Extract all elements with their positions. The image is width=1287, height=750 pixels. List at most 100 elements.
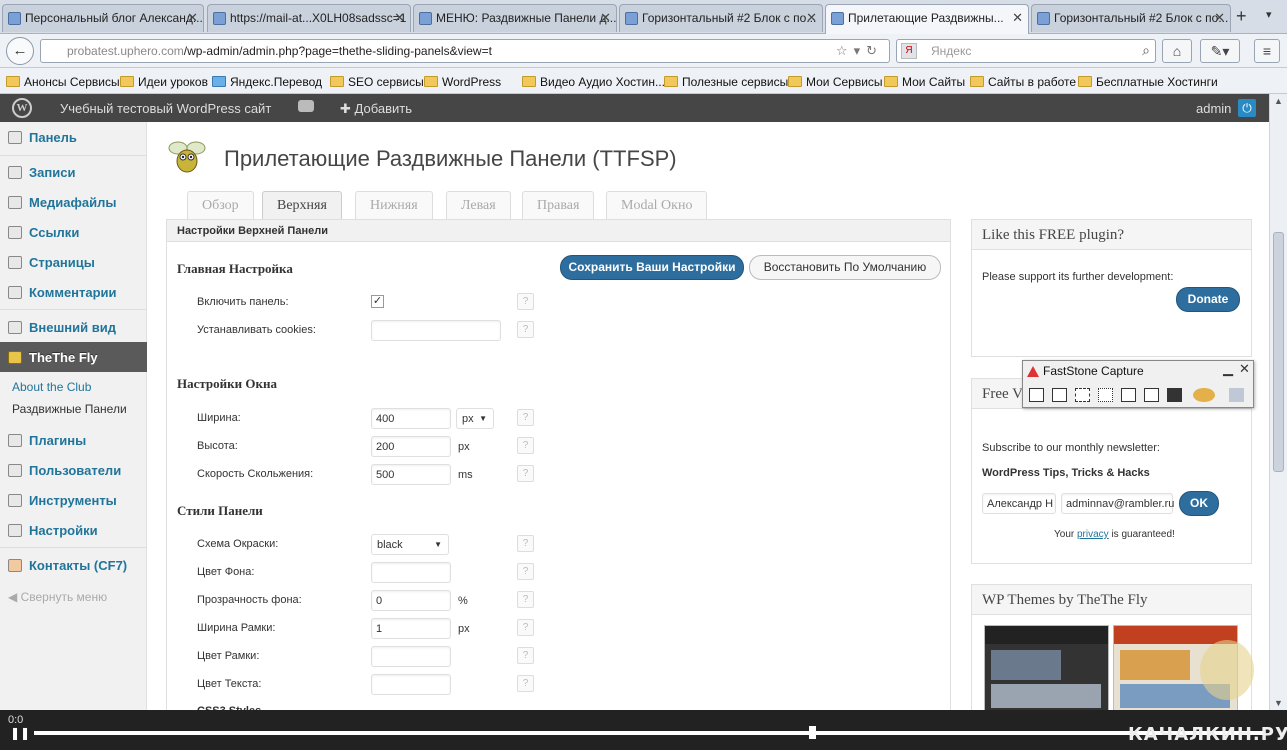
close-icon[interactable]: ✕ (1239, 361, 1250, 377)
wordpress-logo-icon[interactable]: W (12, 98, 32, 118)
height-input[interactable]: 200 (371, 436, 451, 457)
tab-top[interactable]: Верхняя (262, 191, 342, 220)
subscribe-ok-button[interactable]: OK (1179, 491, 1219, 516)
help-icon[interactable]: ? (517, 675, 534, 692)
scroll-down-icon[interactable]: ▼ (1274, 698, 1283, 708)
help-icon[interactable]: ? (517, 591, 534, 608)
opacity-input[interactable]: 0 (371, 590, 451, 611)
settings-icon[interactable] (1229, 388, 1244, 402)
admin-bar-site-name[interactable]: Учебный тестовый WordPress сайт (60, 101, 271, 116)
capture-window-icon[interactable] (1029, 388, 1044, 402)
bookmark[interactable]: SEO сервисы (330, 75, 424, 89)
close-icon[interactable]: ✕ (806, 10, 817, 26)
menu-item-tools[interactable]: Инструменты (0, 485, 147, 515)
bookmark[interactable]: Яндекс.Перевод (212, 75, 322, 89)
browser-tab[interactable]: МЕНЮ: Раздвижные Панели д... ✕ (413, 4, 617, 32)
minimize-icon[interactable]: ▁ (1223, 361, 1233, 377)
theme-thumbnail[interactable] (984, 625, 1109, 713)
capture-fullscreen-icon[interactable] (1121, 388, 1136, 402)
progress-knob[interactable] (809, 726, 816, 739)
reset-defaults-button[interactable]: Восстановить По Умолчанию (749, 255, 941, 280)
bookmark[interactable]: WordPress (424, 75, 501, 89)
tab-left[interactable]: Левая (446, 191, 511, 219)
close-icon[interactable]: ✕ (1012, 10, 1023, 26)
submenu-sliding-panels[interactable]: Раздвижные Панели (12, 402, 127, 416)
admin-bar-user[interactable]: admin (1196, 101, 1231, 116)
capture-freehand-icon[interactable] (1098, 388, 1113, 402)
addon-button[interactable]: ✎▾ (1200, 39, 1240, 63)
capture-object-icon[interactable] (1052, 388, 1067, 402)
newsletter-email-input[interactable]: adminnav@rambler.ru (1061, 493, 1174, 514)
menu-item-dashboard[interactable]: Панель (0, 122, 147, 152)
browser-tab[interactable]: Горизонтальный #2 Блок с по... ✕ (619, 4, 823, 32)
save-settings-button[interactable]: Сохранить Ваши Настройки (560, 255, 744, 280)
url-bar-icons[interactable]: ☆▾↻ (836, 43, 883, 59)
enable-checkbox[interactable]: ✓ (371, 295, 384, 308)
bookmark[interactable]: Мои Сайты (884, 75, 965, 89)
admin-bar-add-new[interactable]: ✚ Добавить (340, 101, 412, 117)
menu-item-pages[interactable]: Страницы (0, 247, 147, 277)
submenu-about-club[interactable]: About the Club (12, 380, 91, 394)
tab-right[interactable]: Правая (522, 191, 595, 219)
bookmark[interactable]: Полезные сервисы (664, 75, 788, 89)
menu-item-users[interactable]: Пользователи (0, 455, 147, 485)
browser-tab[interactable]: Персональный блог Александ... ✕ (2, 4, 204, 32)
menu-item-contacts[interactable]: Контакты (CF7) (0, 550, 147, 580)
capture-scrolling-icon[interactable] (1144, 388, 1159, 402)
help-icon[interactable]: ? (517, 535, 534, 552)
bookmark[interactable]: Анонсы Сервисы (6, 75, 120, 89)
screen-recorder-icon[interactable] (1167, 388, 1182, 402)
browser-tab[interactable]: https://mail-at...X0LH08sadssc=1 ✕ (207, 4, 411, 32)
scheme-select[interactable]: black ▼ (371, 534, 449, 555)
progress-bar[interactable] (34, 731, 1264, 735)
menu-item-settings[interactable]: Настройки (0, 515, 147, 545)
close-icon[interactable]: ✕ (187, 10, 198, 26)
bookmark[interactable]: Видео Аудио Хостин... (522, 75, 665, 89)
text-color-input[interactable] (371, 674, 451, 695)
border-width-input[interactable]: 1 (371, 618, 451, 639)
search-bar[interactable]: Я Яндекс ⌕ (896, 39, 1156, 63)
capture-region-icon[interactable] (1075, 388, 1090, 402)
menu-item-media[interactable]: Медиафайлы (0, 187, 147, 217)
privacy-link[interactable]: privacy (1077, 529, 1109, 540)
width-unit-select[interactable]: px ▼ (456, 408, 494, 429)
help-icon[interactable]: ? (517, 619, 534, 636)
help-icon[interactable]: ? (517, 465, 534, 482)
close-icon[interactable]: ✕ (1214, 10, 1225, 26)
help-icon[interactable]: ? (517, 321, 534, 338)
menu-item-links[interactable]: Ссылки (0, 217, 147, 247)
tab-bottom[interactable]: Нижняя (355, 191, 433, 219)
url-bar[interactable]: probatest.uphero.com/wp-admin/admin.php?… (40, 39, 890, 63)
back-button[interactable]: ← (6, 37, 34, 65)
newsletter-name-input[interactable]: Александр Н (982, 493, 1056, 514)
help-icon[interactable]: ? (517, 437, 534, 454)
border-color-input[interactable] (371, 646, 451, 667)
menu-button[interactable]: ≡ (1254, 39, 1280, 63)
browser-tab-active[interactable]: Прилетающие Раздвижны... ✕ (825, 4, 1029, 34)
tab-overview[interactable]: Обзор (187, 191, 254, 219)
menu-item-thethe-fly[interactable]: TheThe Fly (0, 342, 155, 372)
close-icon[interactable]: ✕ (394, 10, 405, 26)
cookies-input[interactable] (371, 320, 501, 341)
bookmark[interactable]: Мои Сервисы (788, 75, 883, 89)
scroll-up-icon[interactable]: ▲ (1274, 96, 1283, 106)
logout-icon[interactable]: ⏻ (1238, 99, 1256, 117)
menu-item-posts[interactable]: Записи (0, 157, 147, 187)
menu-item-plugins[interactable]: Плагины (0, 425, 147, 455)
help-icon[interactable]: ? (517, 409, 534, 426)
pause-icon[interactable]: ❚❚ (10, 726, 30, 740)
tab-list-icon[interactable]: ▾ (1266, 8, 1272, 21)
bookmark[interactable]: Бесплатные Хостинги (1078, 75, 1218, 89)
yandex-icon[interactable]: Я (901, 43, 917, 59)
help-icon[interactable]: ? (517, 293, 534, 310)
comments-icon[interactable] (298, 100, 314, 112)
speed-input[interactable]: 500 (371, 464, 451, 485)
palette-icon[interactable] (1193, 388, 1215, 402)
search-icon[interactable]: ⌕ (1142, 42, 1150, 59)
close-icon[interactable]: ✕ (600, 10, 611, 26)
collapse-menu[interactable]: ◀ Свернуть меню (8, 590, 107, 604)
bg-color-input[interactable] (371, 562, 451, 583)
donate-button[interactable]: Donate (1176, 287, 1240, 312)
help-icon[interactable]: ? (517, 563, 534, 580)
home-button[interactable]: ⌂ (1162, 39, 1192, 63)
